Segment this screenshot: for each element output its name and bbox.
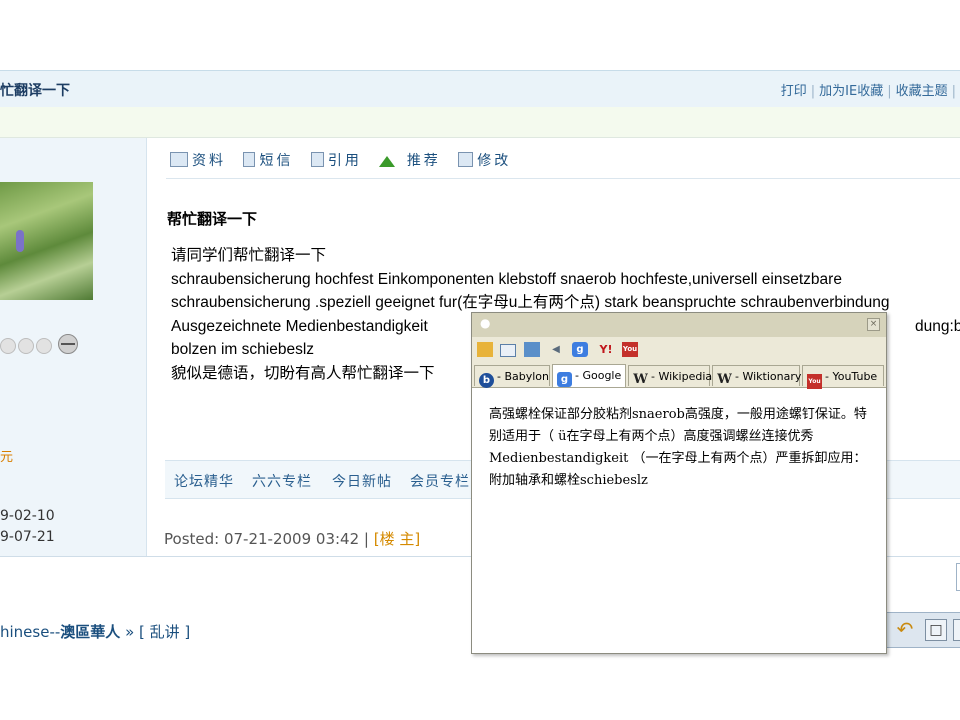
- window-icon[interactable]: □: [925, 619, 947, 641]
- thread-actions: 打印 | 加为IE收藏 | 收藏主题 |: [780, 84, 956, 99]
- breadcrumb: hinese--澳區華人 » [ 乱讲 ]: [0, 621, 190, 642]
- favorite-thread-link[interactable]: 收藏主题: [896, 84, 948, 99]
- post-title: 帮忙翻译一下: [167, 210, 258, 228]
- last-login-date: 9-07-21: [0, 529, 55, 545]
- register-date: 9-02-10: [0, 508, 55, 524]
- wiktionary-icon: W: [717, 372, 732, 387]
- quote-icon: [310, 152, 324, 167]
- add-ie-favorite-link[interactable]: 加为IE收藏: [819, 84, 883, 99]
- quick-link-column[interactable]: 六六专栏: [252, 471, 312, 491]
- user-money: 元: [0, 450, 14, 465]
- tab-google[interactable]: g- Google: [552, 364, 626, 387]
- wikipedia-icon: W: [633, 372, 648, 387]
- popup-title-bar[interactable]: ● ×: [472, 313, 886, 338]
- edit-icon: [458, 152, 474, 167]
- popup-icon-toolbar: ◀ g Y! You: [472, 337, 886, 363]
- thread-title: 忙翻译一下: [0, 83, 70, 99]
- rank-star-icon: [0, 338, 16, 354]
- post-line: 请同学们帮忙翻译一下: [171, 246, 327, 264]
- thread-title-bar: 忙翻译一下 打印 | 加为IE收藏 | 收藏主题 |: [0, 70, 960, 108]
- breadcrumb-forum-name[interactable]: 澳區華人: [60, 623, 120, 641]
- babylon-icon: b: [479, 373, 494, 388]
- quote-button[interactable]: 引用: [310, 150, 362, 170]
- toolbar-button-cutoff[interactable]: [953, 619, 960, 641]
- mini-toolbar: ↶ □: [886, 612, 960, 648]
- post-line: schraubensicherung .speziell geeignet fu…: [171, 294, 890, 311]
- quick-link-members[interactable]: 会员专栏: [410, 471, 470, 491]
- breadcrumb-forum[interactable]: hinese--: [0, 623, 60, 641]
- translation-text: 高强螺栓保证部分胶粘剂snaerob高强度，一般用途螺钉保证。特别适用于（ ü在…: [489, 407, 867, 488]
- google-icon[interactable]: g: [572, 342, 588, 357]
- recommend-arrow-icon: [379, 156, 396, 167]
- email-icon[interactable]: [500, 344, 516, 357]
- google-icon: g: [557, 372, 572, 387]
- youtube-icon[interactable]: You: [622, 342, 638, 357]
- recommend-button[interactable]: 推荐: [379, 150, 440, 170]
- message-button[interactable]: 短信: [243, 150, 293, 170]
- tab-wiktionary[interactable]: W- Wiktionary: [712, 365, 801, 387]
- undo-arrow-icon[interactable]: ↶: [895, 619, 915, 639]
- user-rank-stars: [0, 334, 80, 354]
- yahoo-icon[interactable]: Y!: [596, 342, 616, 357]
- posted-time: Posted: 07-21-2009 03:42 |: [164, 530, 369, 548]
- post-meta: Posted: 07-21-2009 03:42 | [楼 主]: [164, 528, 420, 549]
- popup-dot-icon: ●: [480, 316, 491, 330]
- rank-moon-icon: [58, 334, 78, 354]
- avatar[interactable]: [0, 182, 93, 300]
- breadcrumb-current[interactable]: [ 乱讲 ]: [139, 623, 190, 641]
- edit-button[interactable]: 修改: [458, 150, 511, 170]
- divider: [166, 178, 960, 179]
- popup-tab-bar: b- Babylon g- Google W- Wikipedia W- Wik…: [472, 363, 886, 389]
- post-line: schraubensicherung hochfest Einkomponent…: [171, 270, 842, 288]
- tab-wikipedia[interactable]: W- Wikipedia: [628, 365, 712, 387]
- edge-box: [956, 563, 960, 591]
- post-line-tail: dung:befe: [915, 317, 960, 335]
- speaker-icon[interactable]: ◀: [548, 342, 564, 357]
- profile-button[interactable]: 资料: [170, 150, 226, 170]
- tab-youtube[interactable]: You - YouTube: [802, 365, 884, 389]
- close-icon[interactable]: ×: [867, 318, 880, 331]
- translation-popup: ● × ◀ g Y! You b- Babylon g- Google W- W…: [471, 312, 887, 654]
- breadcrumb-separator: »: [125, 623, 135, 641]
- profile-icon: [170, 152, 188, 167]
- tab-babylon[interactable]: b- Babylon: [474, 365, 550, 388]
- sub-bar: [0, 107, 960, 138]
- print-link[interactable]: 打印: [781, 84, 807, 99]
- message-icon: [243, 152, 256, 167]
- post-toolbar: 资料 短信 引用 推荐 修改: [170, 150, 521, 172]
- quick-link-digest[interactable]: 论坛精华: [174, 471, 234, 491]
- youtube-icon: You: [807, 374, 822, 389]
- rank-star-icon: [36, 338, 52, 354]
- image-icon[interactable]: [524, 342, 540, 357]
- quick-link-today[interactable]: 今日新帖: [332, 471, 392, 491]
- rank-star-icon: [18, 338, 34, 354]
- floor-label[interactable]: [楼 主]: [374, 530, 420, 548]
- pencil-icon[interactable]: [477, 342, 493, 357]
